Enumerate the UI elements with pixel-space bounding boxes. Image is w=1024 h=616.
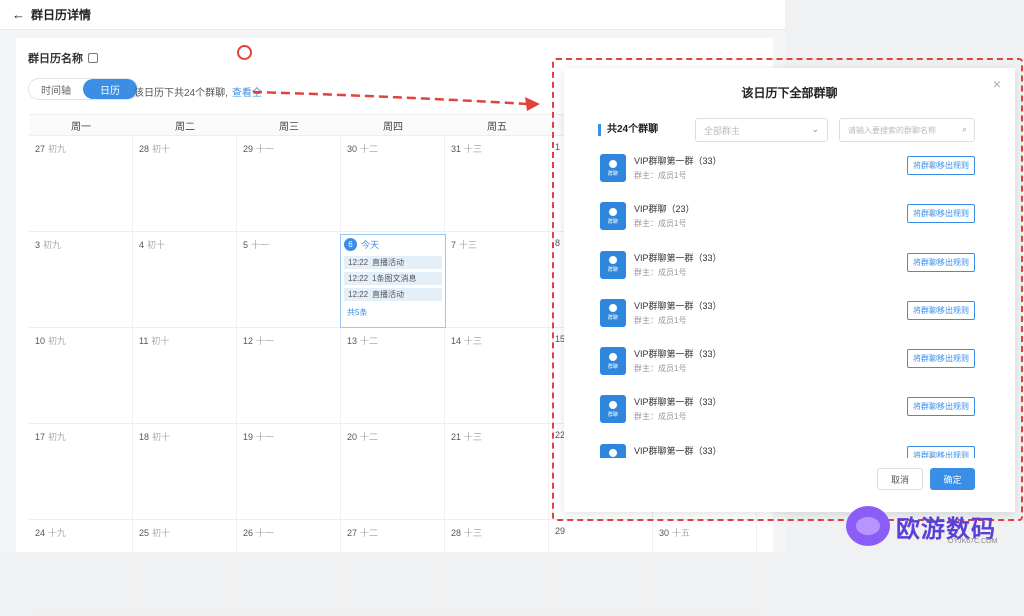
remove-group-button[interactable]: 将群聊移出规则 — [907, 252, 975, 272]
group-chat-icon — [609, 207, 617, 216]
today-label: 今天 — [361, 239, 380, 250]
group-avatar: 群聊 — [600, 250, 626, 279]
group-owner: 群主：成员1号 — [634, 171, 687, 180]
more-events-link[interactable]: 共5条 — [341, 307, 445, 318]
group-owner: 群主：成员1号 — [634, 219, 687, 229]
group-chat-icon — [609, 256, 617, 265]
remove-group-button[interactable]: 将群聊移出规则 — [907, 156, 975, 175]
group-list-item: 群聊 VIP群聊第一群（33） 群主：成员1号 将群聊移出规则 — [598, 343, 978, 391]
event-title: 1条图文消息 — [372, 274, 417, 283]
arrow-head — [525, 97, 540, 111]
group-avatar: 群聊 — [600, 347, 626, 376]
avatar-label: 群聊 — [607, 411, 618, 418]
today-cell[interactable]: 6 今天 12:22 直播活动 12:22 1条图文消息 12:22 直播活动 共5条 — [340, 234, 446, 328]
group-owner: 群主：成员1号 — [634, 267, 687, 277]
group-owner: 群主：成员1号 — [634, 315, 687, 325]
group-chat-icon — [609, 352, 617, 361]
event-item[interactable]: 12:22 直播活动 — [344, 256, 442, 269]
arrow-line — [252, 90, 529, 106]
group-name: VIP群聊第一群（33） — [634, 156, 722, 166]
remove-group-button[interactable]: 将群聊移出规则 — [907, 300, 975, 320]
event-title: 直播活动 — [372, 258, 405, 267]
avatar-label: 群聊 — [607, 363, 618, 370]
dialog-title: 该日历下全部群聊 — [741, 86, 838, 100]
today-day: 6 — [344, 237, 357, 251]
group-avatar: 群聊 — [600, 298, 626, 327]
search-icon: ⌕ — [961, 124, 967, 134]
group-list-item: 群聊 VIP群聊第一群（33） 群主：成员1号 将群聊移出规则 — [598, 391, 978, 439]
group-list-item: 群聊 VIP群聊（23） 群主：成员1号 将群聊移出规则 — [598, 198, 978, 246]
group-list-item: 群聊VIP群聊第一群（33）群主：成员1号将群聊移出规则 — [598, 440, 978, 458]
group-list-item: 群聊 VIP群聊第一群（33） 群主：成员1号 将群聊移出规则 — [598, 295, 978, 343]
group-list[interactable]: 群聊 VIP群聊第一群（33） 群主：成员1号 将群聊移出规则 群聊 VIP群聊（23）群… — [598, 150, 978, 458]
remove-group-button[interactable]: 将群聊移出规则 — [907, 204, 975, 224]
group-list-item: 群聊 VIP群聊第一群（33） 群主：成员1号 将群聊移出规则 — [598, 150, 978, 198]
group-owner: 群主：成员1号 — [634, 412, 687, 422]
group-chat-icon — [609, 159, 617, 168]
group-list-item: 群聊 VIP群聊第一群（33） 群主：成员1号 将群聊移出规则 — [598, 247, 978, 295]
group-avatar: 群聊 — [600, 154, 626, 182]
event-time: 12:22 — [348, 258, 369, 267]
event-item[interactable]: 12:22 直播活动 — [344, 288, 442, 301]
group-name: VIP群聊第一群（33） — [634, 397, 722, 408]
group-owner: 群主：成员1号 — [634, 364, 687, 374]
chevron-down-icon: ⌄ — [811, 124, 819, 134]
remove-group-button[interactable]: 将群聊移出规则 — [907, 349, 975, 369]
all-groups-dialog: 该日历下全部群聊 × 共24个群聊 全部群主 ⌄ 请输入要搜索的群聊名称 ⌕ 群… — [564, 68, 1015, 512]
search-placeholder: 请输入要搜索的群聊名称 — [848, 125, 936, 135]
avatar-label: 群聊 — [607, 315, 618, 322]
group-chat-icon — [609, 400, 617, 409]
group-name: VIP群聊第一群（33） — [634, 252, 722, 263]
group-name: VIP群聊第一群（33） — [634, 300, 722, 311]
remove-group-button[interactable]: 将群聊移出规则 — [907, 445, 975, 458]
avatar-label: 群聊 — [607, 267, 618, 274]
group-count: 共24个群聊 — [598, 124, 658, 136]
group-name: VIP群聊（23） — [634, 204, 695, 215]
group-chat-icon — [609, 304, 617, 313]
group-avatar: 群聊 — [600, 202, 626, 231]
group-chat-icon — [609, 449, 617, 458]
close-icon[interactable]: × — [993, 76, 1001, 92]
owner-select-value: 全部群主 — [704, 125, 741, 136]
avatar-label: 群聊 — [607, 218, 618, 225]
today-header: 6 今天 — [341, 235, 445, 253]
owner-select[interactable]: 全部群主 ⌄ — [695, 118, 828, 142]
watermark-subtext: OYJK67C.COM — [948, 538, 998, 545]
event-title: 直播活动 — [372, 290, 405, 299]
event-time: 12:22 — [348, 290, 369, 299]
event-item[interactable]: 12:22 1条图文消息 — [344, 272, 442, 285]
group-avatar: 群聊 — [600, 395, 626, 424]
group-avatar: 群聊 — [600, 443, 626, 458]
watermark-logo-icon — [846, 506, 890, 546]
group-search-input[interactable]: 请输入要搜索的群聊名称 ⌕ — [839, 118, 975, 142]
confirm-button[interactable]: 确定 — [930, 468, 975, 490]
remove-group-button[interactable]: 将群聊移出规则 — [907, 397, 975, 417]
cancel-button[interactable]: 取消 — [877, 468, 923, 490]
avatar-label: 群聊 — [607, 170, 618, 177]
group-name: VIP群聊第一群（33） — [634, 445, 722, 456]
event-time: 12:22 — [348, 274, 369, 283]
group-name: VIP群聊第一群（33） — [634, 349, 722, 360]
